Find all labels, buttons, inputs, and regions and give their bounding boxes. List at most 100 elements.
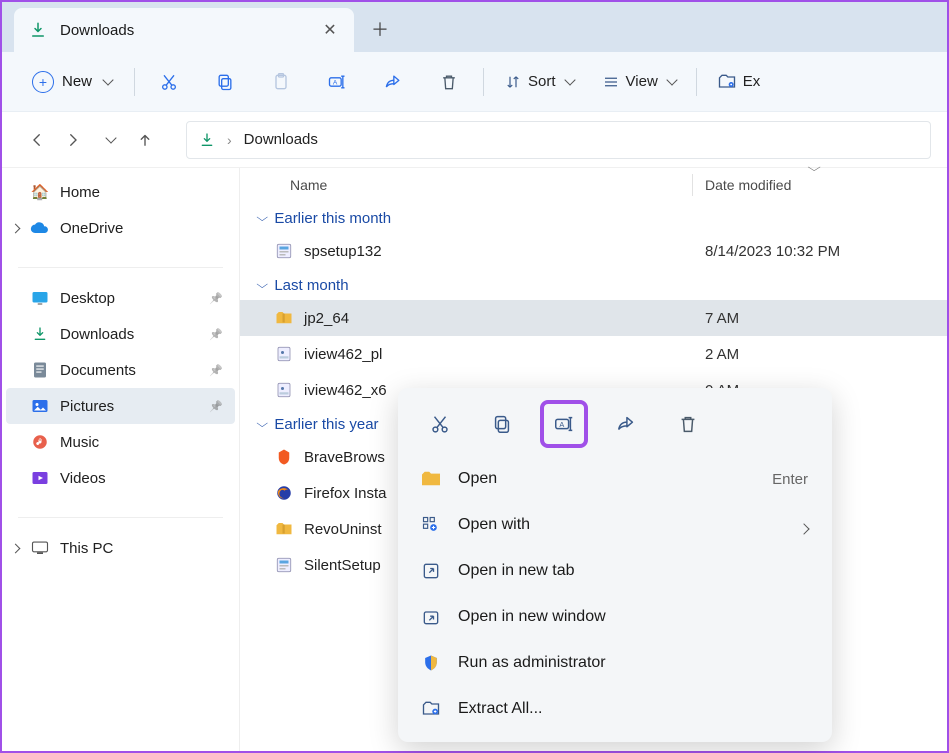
address-bar[interactable]: › Downloads xyxy=(186,121,931,159)
sidebar-item-home[interactable]: 🏠 Home xyxy=(6,174,235,210)
tab-title: Downloads xyxy=(60,22,308,39)
plus-icon: + xyxy=(32,71,54,93)
open-with-icon xyxy=(420,514,442,536)
separator xyxy=(18,250,223,268)
sort-label: Sort xyxy=(528,73,556,90)
download-icon xyxy=(28,20,48,40)
separator xyxy=(134,68,135,96)
context-share-button[interactable] xyxy=(604,402,648,446)
share-button[interactable] xyxy=(371,60,415,104)
extract-label: Ex xyxy=(743,73,761,90)
recent-button[interactable] xyxy=(94,125,124,155)
context-item-open-with[interactable]: Open with xyxy=(398,502,832,548)
file-name: SilentSetup xyxy=(304,557,381,574)
file-row[interactable]: iview462_pl2 AM xyxy=(240,336,947,372)
chevron-down-icon xyxy=(562,73,574,90)
cut-button[interactable] xyxy=(147,60,191,104)
sidebar: 🏠 Home OneDrive Desktop Downloads xyxy=(2,168,240,751)
file-row[interactable]: jp2_647 AM xyxy=(240,300,947,336)
group-label: Last month xyxy=(274,277,348,294)
group-label: Earlier this month xyxy=(274,210,391,227)
context-copy-button[interactable] xyxy=(480,402,524,446)
context-label: Open with xyxy=(458,516,530,534)
sidebar-item-thispc[interactable]: This PC xyxy=(6,530,235,566)
sidebar-label: Home xyxy=(60,184,100,201)
file-name: iview462_x6 xyxy=(304,382,387,399)
download-icon xyxy=(30,324,50,344)
sidebar-label: Downloads xyxy=(60,326,134,343)
download-icon xyxy=(199,132,215,148)
forward-button[interactable] xyxy=(58,125,88,155)
delete-button[interactable] xyxy=(427,60,471,104)
separator xyxy=(18,500,223,518)
home-icon: 🏠 xyxy=(30,182,50,202)
context-item-open[interactable]: Open Enter xyxy=(398,456,832,502)
new-button[interactable]: + New xyxy=(22,65,122,99)
sidebar-item-documents[interactable]: Documents xyxy=(6,352,235,388)
context-rename-button[interactable]: A xyxy=(542,402,586,446)
file-icon xyxy=(274,555,294,575)
toolbar: + New A Sort View Ex xyxy=(2,52,947,112)
chevron-down-icon xyxy=(103,131,115,149)
context-menu: A Open Enter Open with Open in new tab O… xyxy=(398,388,832,742)
sidebar-item-desktop[interactable]: Desktop xyxy=(6,280,235,316)
chevron-down-icon: ⌵ xyxy=(256,418,268,431)
file-icon xyxy=(274,308,294,328)
desktop-icon xyxy=(30,288,50,308)
column-headers: ⌵ Name Date modified xyxy=(240,168,947,202)
sidebar-label: This PC xyxy=(60,540,113,557)
file-icon xyxy=(274,241,294,261)
sort-button[interactable]: Sort xyxy=(496,67,582,97)
sidebar-item-videos[interactable]: Videos xyxy=(6,460,235,496)
sidebar-item-downloads[interactable]: Downloads xyxy=(6,316,235,352)
column-name[interactable]: Name xyxy=(290,177,327,193)
context-item-extract[interactable]: Extract All... xyxy=(398,686,832,732)
context-hint: Enter xyxy=(772,471,808,488)
column-separator[interactable] xyxy=(692,174,693,196)
rename-button[interactable]: A xyxy=(315,60,359,104)
sidebar-label: Desktop xyxy=(60,290,115,307)
group-header[interactable]: ⌵ Earlier this month xyxy=(240,202,947,233)
context-label: Run as administrator xyxy=(458,654,606,672)
file-date: 2 AM xyxy=(705,346,739,363)
sort-indicator-icon: ⌵ xyxy=(807,162,820,175)
context-item-open-tab[interactable]: Open in new tab xyxy=(398,548,832,594)
file-name: BraveBrows xyxy=(304,449,385,466)
up-button[interactable] xyxy=(130,125,160,155)
context-cut-button[interactable] xyxy=(418,402,462,446)
new-tab-button[interactable]: ＋ xyxy=(360,9,400,49)
context-label: Open xyxy=(458,470,497,488)
svg-text:A: A xyxy=(333,79,338,86)
copy-button[interactable] xyxy=(203,60,247,104)
column-date[interactable]: Date modified xyxy=(705,177,791,193)
context-item-open-window[interactable]: Open in new window xyxy=(398,594,832,640)
extract-button[interactable]: Ex xyxy=(709,66,769,98)
file-icon xyxy=(274,447,294,467)
sidebar-item-music[interactable]: Music xyxy=(6,424,235,460)
paste-button[interactable] xyxy=(259,60,303,104)
context-label: Open in new tab xyxy=(458,562,575,580)
close-icon[interactable]: ✕ xyxy=(320,20,340,40)
context-item-run-admin[interactable]: Run as administrator xyxy=(398,640,832,686)
back-button[interactable] xyxy=(22,125,52,155)
extract-icon xyxy=(420,698,442,720)
music-icon xyxy=(30,432,50,452)
new-label: New xyxy=(62,73,92,90)
breadcrumb-current[interactable]: Downloads xyxy=(244,131,318,148)
context-label: Open in new window xyxy=(458,608,606,626)
tab-downloads[interactable]: Downloads ✕ xyxy=(14,8,354,52)
view-label: View xyxy=(626,73,658,90)
file-row[interactable]: spsetup1328/14/2023 10:32 PM xyxy=(240,233,947,269)
sidebar-label: Documents xyxy=(60,362,136,379)
pc-icon xyxy=(30,538,50,558)
chevron-down-icon: ⌵ xyxy=(256,212,268,225)
sidebar-label: OneDrive xyxy=(60,220,123,237)
context-delete-button[interactable] xyxy=(666,402,710,446)
sidebar-item-pictures[interactable]: Pictures xyxy=(6,388,235,424)
file-name: spsetup132 xyxy=(304,243,382,260)
sidebar-item-onedrive[interactable]: OneDrive xyxy=(6,210,235,246)
sidebar-label: Videos xyxy=(60,470,106,487)
group-header[interactable]: ⌵Last month xyxy=(240,269,947,300)
view-button[interactable]: View xyxy=(594,67,684,97)
sidebar-label: Music xyxy=(60,434,99,451)
